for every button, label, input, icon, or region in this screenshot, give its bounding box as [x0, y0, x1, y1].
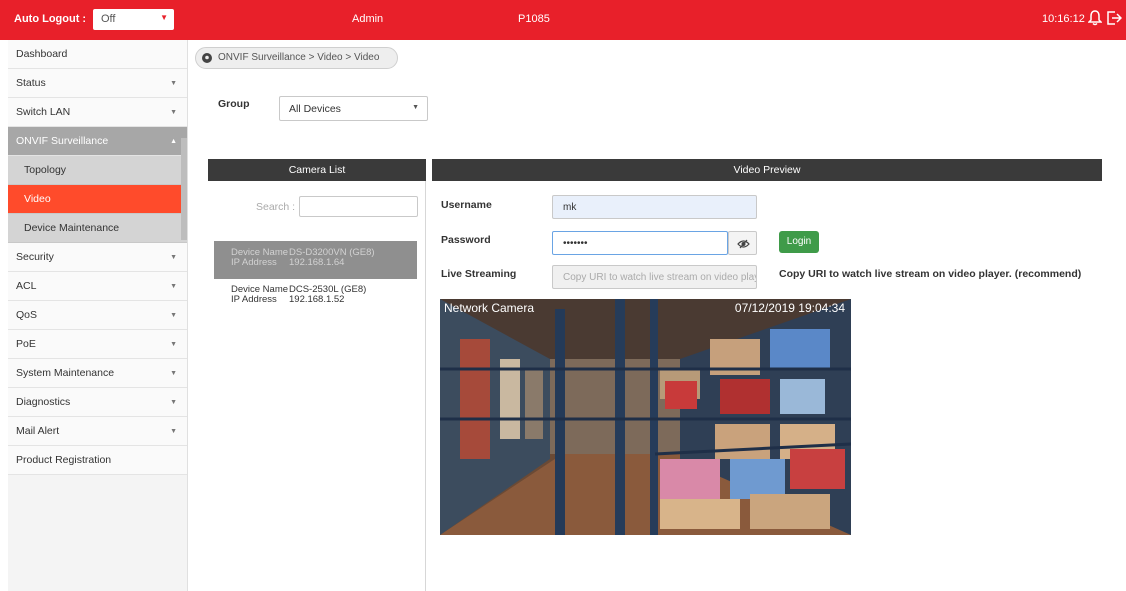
sidebar-item-system-maintenance[interactable]: System Maintenance ▼ [8, 359, 187, 388]
user-name: Admin [352, 13, 384, 25]
live-streaming-label: Live Streaming [441, 268, 517, 280]
auto-logout-label: Auto Logout : [14, 13, 87, 25]
login-button[interactable]: Login [779, 231, 819, 253]
chevron-down-icon: ▼ [170, 80, 177, 87]
chevron-down-icon: ▼ [412, 104, 419, 111]
sidebar-item-video[interactable]: Video [8, 185, 187, 214]
camera-list-header: Camera List [208, 159, 426, 181]
warehouse-scene-image [440, 299, 851, 535]
ip-address-label: IP Address [231, 294, 277, 305]
sidebar-item-security[interactable]: Security ▼ [8, 243, 187, 272]
chevron-down-icon: ▼ [170, 399, 177, 406]
sidebar-item-status[interactable]: Status ▼ [8, 69, 187, 98]
sidebar-scrollbar[interactable] [181, 138, 187, 240]
top-bar: Auto Logout : Off ▼ Admin P1085 10:16:12 [0, 0, 1126, 40]
sidebar-item-acl[interactable]: ACL ▼ [8, 272, 187, 301]
auto-logout-select[interactable]: Off ▼ [93, 9, 174, 30]
bell-icon[interactable] [1088, 10, 1102, 26]
sidebar-item-diagnostics[interactable]: Diagnostics ▼ [8, 388, 187, 417]
sidebar-item-poe[interactable]: PoE ▼ [8, 330, 187, 359]
sidebar-item-device-maintenance[interactable]: Device Maintenance [8, 214, 187, 243]
search-input[interactable] [299, 196, 418, 217]
chevron-down-icon: ▼ [170, 283, 177, 290]
sidebar-item-product-registration[interactable]: Product Registration [8, 446, 187, 475]
sidebar-item-qos[interactable]: QoS ▼ [8, 301, 187, 330]
search-label: Search : [256, 201, 296, 213]
sidebar-item-onvif-surveillance[interactable]: ONVIF Surveillance ▲ [8, 127, 187, 156]
breadcrumb-text: ONVIF Surveillance > Video > Video [218, 52, 380, 63]
chevron-down-icon: ▼ [170, 312, 177, 319]
eye-icon [737, 239, 750, 249]
ip-address-label: IP Address [231, 257, 277, 268]
logout-icon[interactable] [1106, 10, 1122, 26]
chevron-down-icon: ▼ [170, 428, 177, 435]
chevron-down-icon: ▼ [170, 370, 177, 377]
username-field[interactable]: mk [552, 195, 757, 219]
sidebar-item-dashboard[interactable]: Dashboard [8, 40, 187, 69]
chevron-down-icon: ▼ [170, 254, 177, 261]
osd-camera-name: Network Camera [444, 301, 535, 315]
chevron-down-icon: ▼ [170, 109, 177, 116]
password-field[interactable]: ••••••• [552, 231, 728, 255]
username-label: Username [441, 199, 492, 211]
sidebar: Dashboard Status ▼ Switch LAN ▼ ONVIF Surv… [8, 40, 188, 591]
video-feed[interactable]: Network Camera 07/12/2019 19:04:34 [440, 299, 851, 535]
video-preview-header: Video Preview [432, 159, 1102, 181]
ip-address: 192.168.1.52 [289, 294, 345, 305]
device-model: P1085 [518, 13, 550, 25]
group-select[interactable]: All Devices ▼ [279, 96, 428, 121]
sidebar-item-topology[interactable]: Topology [8, 156, 187, 185]
chevron-down-icon: ▼ [160, 13, 168, 22]
chevron-up-icon: ▲ [170, 138, 177, 145]
recommend-note: Copy URI to watch live stream on video p… [779, 268, 1082, 280]
sidebar-item-switch-lan[interactable]: Switch LAN ▼ [8, 98, 187, 127]
auto-logout-value: Off [101, 13, 116, 25]
show-password-button[interactable] [728, 231, 757, 255]
osd-timestamp: 07/12/2019 19:04:34 [734, 301, 845, 315]
camera-list-item[interactable]: Device NameDCS-2530L (GE8) IP Address 192… [214, 278, 417, 316]
breadcrumb: ONVIF Surveillance > Video > Video [195, 47, 398, 69]
chevron-down-icon: ▼ [170, 341, 177, 348]
group-value: All Devices [289, 103, 341, 115]
group-label: Group [218, 98, 250, 110]
camera-list-item[interactable]: Device NameDS-D3200VN (GE8) IP Address 19… [214, 241, 417, 279]
location-pin-icon [202, 53, 212, 63]
clock: 10:16:12 [1042, 13, 1085, 25]
password-label: Password [441, 234, 491, 246]
sidebar-item-mail-alert[interactable]: Mail Alert ▼ [8, 417, 187, 446]
live-stream-uri-field[interactable]: Copy URI to watch live stream on video p… [552, 265, 757, 289]
ip-address: 192.168.1.64 [289, 257, 345, 268]
